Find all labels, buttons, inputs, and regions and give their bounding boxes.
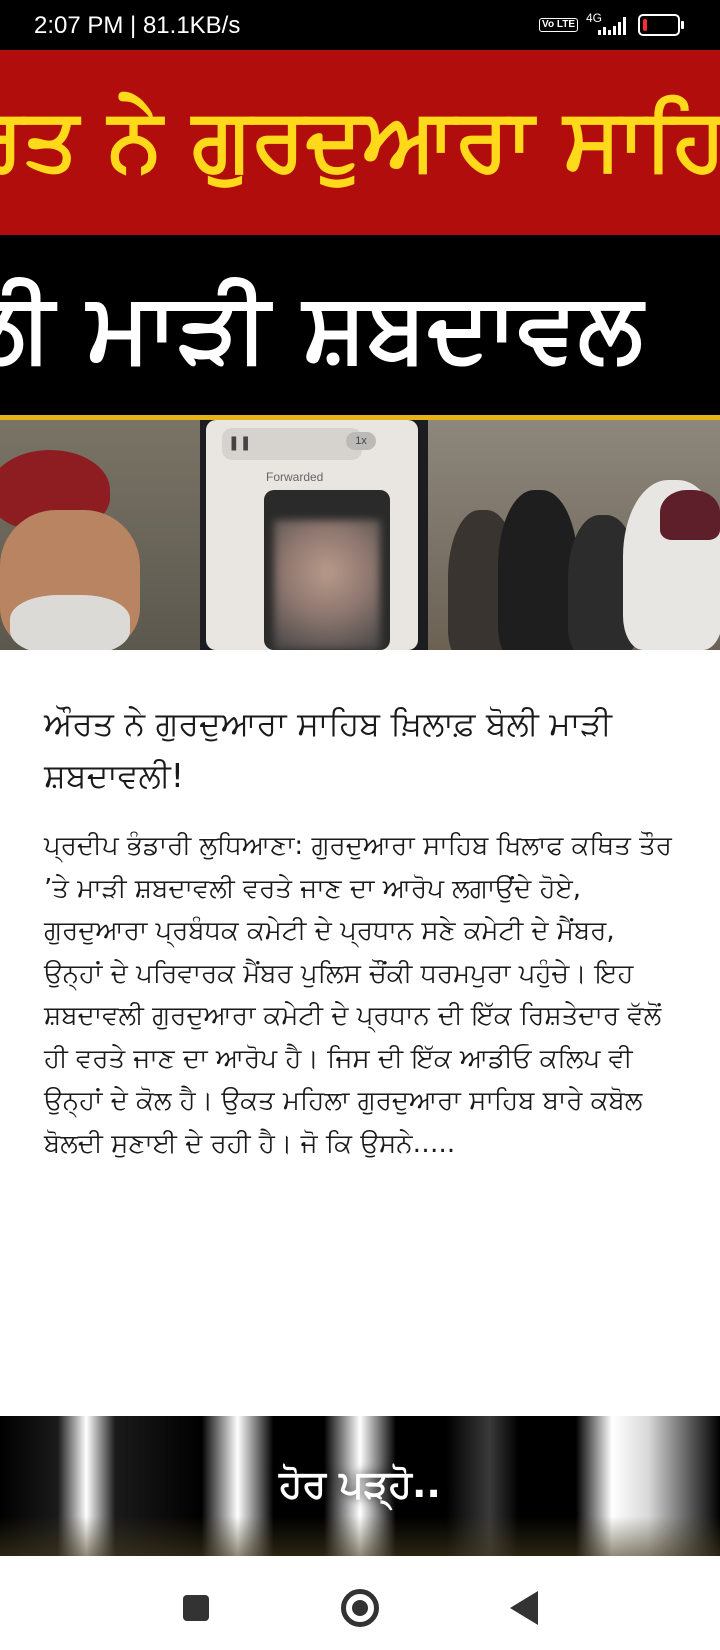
status-time: 2:07 PM | 81.1KB/s xyxy=(34,12,241,39)
photo-group xyxy=(428,420,720,650)
square-icon xyxy=(183,1595,209,1621)
photo-elderly-man xyxy=(0,420,200,650)
battery-level xyxy=(643,19,647,31)
article-body: ਪ੍ਰਦੀਪ ਭੰਡਾਰੀ ਲੁਧਿਆਣਾ: ਗੁਰਦੁਆਰਾ ਸਾਹਿਬ ਖਿ… xyxy=(44,831,672,1159)
signal-icon: 4G xyxy=(586,11,630,37)
navigation-bar xyxy=(0,1556,720,1650)
volte-icon: Vo LTE xyxy=(539,18,578,32)
article-title: ਔਰਤ ਨੇ ਗੁਰਦੁਆਰਾ ਸਾਹਿਬ ਖ਼ਿਲਾਫ਼ ਬੋਲੀ ਮਾੜੀ … xyxy=(44,704,612,795)
back-button[interactable] xyxy=(502,1586,546,1630)
person-shape xyxy=(498,490,578,650)
pause-icon: ❚❚ xyxy=(228,435,252,451)
circle-home-icon xyxy=(341,1589,379,1627)
phone-screen: ❚❚ 1x Forwarded xyxy=(206,420,418,650)
network-type: 4G xyxy=(586,11,603,25)
read-more-label: ਹੋਰ ਪੜ੍ਹੋ.. xyxy=(279,1462,441,1506)
blurred-media xyxy=(264,490,390,650)
speed-badge: 1x xyxy=(346,432,376,450)
photo-phone-screen: ❚❚ 1x Forwarded xyxy=(200,420,428,650)
hero-photo-strip: ❚❚ 1x Forwarded xyxy=(0,420,720,650)
hero-image[interactable]: ਰਤ ਨੇ ਗੁਰਦੁਆਰਾ ਸਾਹਿਬ ਖ਼ਿਲ ਲੀ ਮਾੜੀ ਸ਼ਬਦਾਵ… xyxy=(0,50,720,650)
battery-icon xyxy=(638,14,684,36)
blurred-face xyxy=(274,520,380,650)
hero-headline-line2: ਲੀ ਮਾੜੀ ਸ਼ਬਦਾਵਲ xyxy=(0,271,643,383)
status-bar: 2:07 PM | 81.1KB/s Vo LTE 4G xyxy=(0,0,720,50)
turban-shape xyxy=(660,490,720,540)
recents-button[interactable] xyxy=(174,1586,218,1630)
status-icons: Vo LTE 4G xyxy=(539,11,684,37)
triangle-back-icon xyxy=(510,1591,538,1625)
beard-shape xyxy=(10,595,130,650)
hero-headline-line1: ਰਤ ਨੇ ਗੁਰਦੁਆਰਾ ਸਾਹਿਬ ਖ਼ਿਲ xyxy=(0,90,720,190)
hero-banner-top: ਰਤ ਨੇ ਗੁਰਦੁਆਰਾ ਸਾਹਿਬ ਖ਼ਿਲ xyxy=(0,50,720,235)
read-more-button[interactable]: ਹੋਰ ਪੜ੍ਹੋ.. xyxy=(0,1416,720,1556)
home-button[interactable] xyxy=(338,1586,382,1630)
hero-banner-bottom: ਲੀ ਮਾੜੀ ਸ਼ਬਦਾਵਲ xyxy=(0,235,720,420)
forwarded-label: Forwarded xyxy=(266,470,324,484)
